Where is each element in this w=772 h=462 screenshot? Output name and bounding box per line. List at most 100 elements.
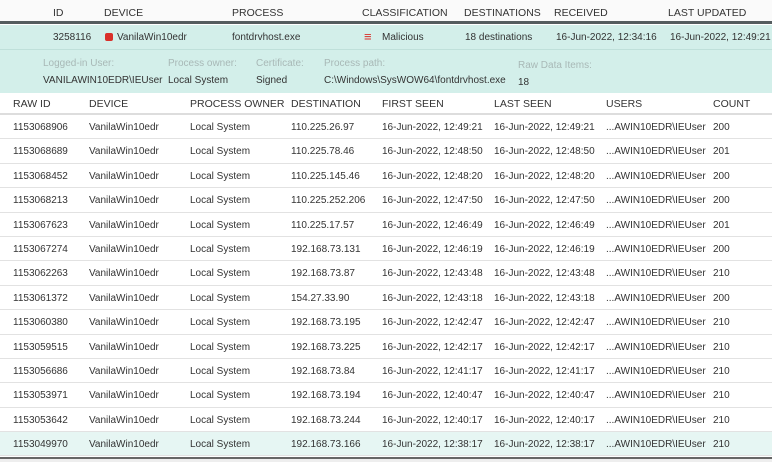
raw-data-header: RAW ID DEVICE PROCESS OWNER DESTINATION … xyxy=(0,93,772,115)
column-count[interactable]: COUNT xyxy=(713,98,750,110)
table-row[interactable]: 1153068213 VanilaWin10edr Local System 110.… xyxy=(0,188,772,213)
table-row[interactable]: 1153053642 VanilaWin10edr Local System 192.… xyxy=(0,407,772,433)
cell-raw-id: 1153062263 xyxy=(13,268,68,280)
table-row[interactable]: 1153062263 VanilaWin10edr Local System 192.… xyxy=(0,261,772,286)
column-last-seen[interactable]: LAST SEEN xyxy=(494,98,552,110)
cell-count: 210 xyxy=(713,414,730,426)
cell-count: 200 xyxy=(713,243,730,255)
cell-first-seen: 16-Jun-2022, 12:48:20 xyxy=(382,170,483,182)
table-row[interactable]: 1153056686 VanilaWin10edr Local System 192.… xyxy=(0,358,772,384)
cell-count: 210 xyxy=(713,390,730,402)
cell-first-seen: 16-Jun-2022, 12:38:17 xyxy=(382,439,483,451)
cell-last-seen: 16-Jun-2022, 12:48:20 xyxy=(494,170,595,182)
process-path-label: Process path: xyxy=(324,58,386,69)
cell-process-owner: Local System xyxy=(190,122,251,133)
cell-users: ...AWIN10EDR\IEUser xyxy=(606,268,706,280)
cell-destination: 192.168.73.244 xyxy=(291,414,361,426)
process-owner-label: Process owner: xyxy=(168,58,237,69)
table-row[interactable]: 1153060380 VanilaWin10edr Local System 192.… xyxy=(0,310,772,335)
cell-count: 210 xyxy=(713,317,730,329)
column-device[interactable]: DEVICE xyxy=(104,7,143,19)
column-users[interactable]: USERS xyxy=(606,98,642,110)
raw-data-table: 1153068906 VanilaWin10edr Local System 110.… xyxy=(0,115,772,457)
alerts-table-header: ID DEVICE PROCESS CLASSIFICATION DESTINA… xyxy=(0,0,772,24)
cell-users: ...AWIN10EDR\IEUser xyxy=(606,122,706,133)
column-last-updated[interactable]: LAST UPDATED xyxy=(668,7,746,19)
alert-id: 3258116 xyxy=(53,32,92,43)
cell-raw-id: 1153068689 xyxy=(13,146,68,158)
cell-count: 200 xyxy=(713,195,730,207)
table-row[interactable]: 1153068689 VanilaWin10edr Local System 110.… xyxy=(0,139,772,164)
column-id[interactable]: ID xyxy=(53,7,64,19)
cell-raw-id: 1153060380 xyxy=(13,317,68,329)
cell-raw-id: 1153068213 xyxy=(13,195,68,207)
alert-classification: Malicious xyxy=(382,32,424,43)
table-bottom-border xyxy=(0,457,772,462)
certificate-label: Certificate: xyxy=(256,58,304,69)
cell-last-seen: 16-Jun-2022, 12:40:17 xyxy=(494,414,595,426)
cell-device: VanilaWin10edr xyxy=(89,243,159,255)
cell-last-seen: 16-Jun-2022, 12:42:47 xyxy=(494,317,595,329)
cell-count: 210 xyxy=(713,341,730,353)
table-row[interactable]: 1153067623 VanilaWin10edr Local System 110.… xyxy=(0,212,772,237)
cell-destination: 192.168.73.84 xyxy=(291,365,355,377)
cell-last-seen: 16-Jun-2022, 12:47:50 xyxy=(494,195,595,207)
cell-process-owner: Local System xyxy=(190,243,251,255)
table-row[interactable]: 1153068906 VanilaWin10edr Local System 110.… xyxy=(0,115,772,140)
cell-first-seen: 16-Jun-2022, 12:43:48 xyxy=(382,268,483,280)
cell-first-seen: 16-Jun-2022, 12:42:17 xyxy=(382,341,483,353)
cell-process-owner: Local System xyxy=(190,170,251,182)
column-destinations[interactable]: DESTINATIONS xyxy=(464,7,541,19)
raw-data-items-value: 18 xyxy=(518,77,530,88)
cell-destination: 192.168.73.131 xyxy=(291,243,361,255)
cell-raw-id: 1153061372 xyxy=(13,292,68,304)
column-raw-device[interactable]: DEVICE xyxy=(89,98,128,110)
table-row[interactable]: 1153059515 VanilaWin10edr Local System 192.… xyxy=(0,334,772,359)
cell-device: VanilaWin10edr xyxy=(89,317,159,329)
logged-in-user-value: VANILAWIN10EDR\IEUser xyxy=(43,75,163,86)
cell-last-seen: 16-Jun-2022, 12:49:21 xyxy=(494,122,595,133)
cell-first-seen: 16-Jun-2022, 12:40:17 xyxy=(382,414,483,426)
column-destination[interactable]: DESTINATION xyxy=(291,98,361,110)
cell-count: 210 xyxy=(713,268,730,280)
cell-users: ...AWIN10EDR\IEUser xyxy=(606,146,706,158)
cell-count: 200 xyxy=(713,170,730,182)
table-row[interactable]: 1153053971 VanilaWin10edr Local System 192.… xyxy=(0,383,772,408)
cell-first-seen: 16-Jun-2022, 12:48:50 xyxy=(382,146,483,158)
cell-process-owner: Local System xyxy=(190,414,251,426)
table-row[interactable]: 1153067274 VanilaWin10edr Local System 192.… xyxy=(0,236,772,262)
alert-process: fontdrvhost.exe xyxy=(232,32,301,43)
cell-device: VanilaWin10edr xyxy=(89,439,159,451)
cell-destination: 110.225.78.46 xyxy=(291,146,355,158)
cell-count: 200 xyxy=(713,292,730,304)
table-row[interactable]: 1153049970 VanilaWin10edr Local System 192.… xyxy=(0,432,772,457)
raw-data-items-label: Raw Data Items: xyxy=(518,60,592,71)
cell-device: VanilaWin10edr xyxy=(89,365,159,377)
cell-users: ...AWIN10EDR\IEUser xyxy=(606,243,706,255)
cell-users: ...AWIN10EDR\IEUser xyxy=(606,195,706,207)
cell-raw-id: 1153068452 xyxy=(13,170,68,182)
column-first-seen[interactable]: FIRST SEEN xyxy=(382,98,444,110)
cell-process-owner: Local System xyxy=(190,439,251,451)
cell-device: VanilaWin10edr xyxy=(89,268,159,280)
cell-device: VanilaWin10edr xyxy=(89,146,159,158)
selected-alert-row[interactable]: 3258116 VanilaWin10edr fontdrvhost.exe ≡… xyxy=(0,25,772,50)
column-classification[interactable]: CLASSIFICATION xyxy=(362,7,448,19)
cell-users: ...AWIN10EDR\IEUser xyxy=(606,439,706,451)
malicious-icon: ≡ xyxy=(364,29,372,44)
cell-process-owner: Local System xyxy=(190,146,251,158)
cell-process-owner: Local System xyxy=(190,341,251,353)
cell-process-owner: Local System xyxy=(190,219,251,231)
column-process-owner[interactable]: PROCESS OWNER xyxy=(190,98,285,110)
cell-users: ...AWIN10EDR\IEUser xyxy=(606,414,706,426)
table-row[interactable]: 1153068452 VanilaWin10edr Local System 110.… xyxy=(0,163,772,189)
cell-first-seen: 16-Jun-2022, 12:46:19 xyxy=(382,243,483,255)
cell-first-seen: 16-Jun-2022, 12:43:18 xyxy=(382,292,483,304)
cell-users: ...AWIN10EDR\IEUser xyxy=(606,170,706,182)
table-row[interactable]: 1153061372 VanilaWin10edr Local System 154.… xyxy=(0,285,772,311)
column-raw-id[interactable]: RAW ID xyxy=(13,98,51,110)
cell-first-seen: 16-Jun-2022, 12:41:17 xyxy=(382,365,483,377)
column-process[interactable]: PROCESS xyxy=(232,7,283,19)
column-received[interactable]: RECEIVED xyxy=(554,7,608,19)
cell-device: VanilaWin10edr xyxy=(89,414,159,426)
